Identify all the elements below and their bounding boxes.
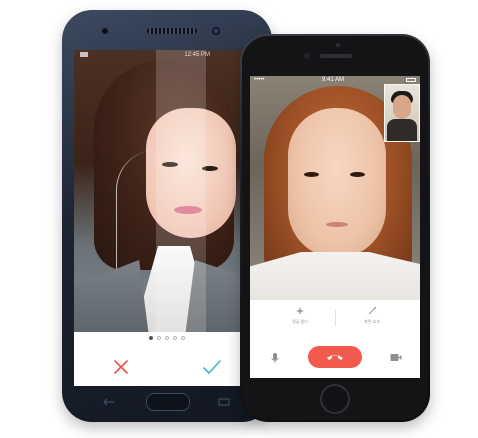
video-camera-icon[interactable] — [390, 353, 402, 362]
page-dot[interactable] — [173, 336, 177, 340]
android-screen: 12:45 PM — [74, 50, 260, 386]
pip-face — [393, 95, 411, 119]
end-call-button[interactable] — [308, 346, 362, 368]
video-eye-left — [304, 172, 319, 177]
profile-photo — [74, 50, 260, 332]
sensor — [102, 28, 108, 34]
page-dot[interactable] — [181, 336, 185, 340]
home-button[interactable] — [320, 384, 350, 414]
call-control-row — [250, 340, 420, 378]
page-indicator[interactable] — [74, 336, 260, 344]
status-time: 12:45 PM — [184, 52, 210, 58]
front-camera — [212, 27, 220, 35]
iphone-screen: ••••• 9:41 AM 얼굴 필터 화면 효과 — [250, 76, 420, 378]
wand-icon — [368, 307, 376, 315]
video-lips — [326, 222, 348, 227]
sparkle-icon — [296, 307, 304, 315]
back-icon[interactable] — [102, 398, 116, 406]
face-filter-label: 얼굴 필터 — [292, 319, 308, 324]
remote-video — [250, 76, 420, 300]
signal-icon — [80, 52, 100, 57]
page-dot[interactable] — [157, 336, 161, 340]
photo-light-band — [156, 50, 206, 332]
pip-body — [387, 119, 417, 141]
divider — [335, 310, 336, 326]
page-dot[interactable] — [165, 336, 169, 340]
face-filter-button[interactable]: 얼굴 필터 — [270, 306, 330, 325]
check-icon[interactable] — [202, 358, 222, 376]
video-face — [288, 108, 386, 258]
video-shirt — [250, 252, 420, 300]
screen-effect-button[interactable]: 화면 효과 — [342, 306, 402, 325]
action-bar — [74, 348, 260, 386]
iphone-speaker — [320, 54, 352, 58]
screen-effect-label: 화면 효과 — [364, 319, 380, 324]
status-bar: 12:45 PM — [74, 50, 260, 60]
recent-apps-icon[interactable] — [218, 398, 230, 406]
status-clock: 9:41 AM — [322, 77, 345, 83]
mic-icon[interactable] — [270, 352, 280, 364]
home-button[interactable] — [146, 393, 190, 411]
x-icon[interactable] — [112, 358, 130, 376]
self-view-thumbnail[interactable] — [384, 84, 420, 142]
page-dot[interactable] — [149, 336, 153, 340]
signal-dots: ••••• — [254, 77, 265, 83]
iphone-camera — [336, 43, 340, 47]
call-feature-row: 얼굴 필터 화면 효과 — [250, 302, 420, 336]
iphone: ••••• 9:41 AM 얼굴 필터 화면 효과 — [240, 34, 430, 422]
iphone-front-camera — [304, 53, 310, 59]
status-bar: ••••• 9:41 AM — [250, 76, 420, 84]
earpiece-speaker — [147, 28, 197, 34]
phone-hangup-icon — [327, 355, 343, 360]
battery-icon — [406, 78, 416, 82]
video-eye-right — [350, 172, 365, 177]
